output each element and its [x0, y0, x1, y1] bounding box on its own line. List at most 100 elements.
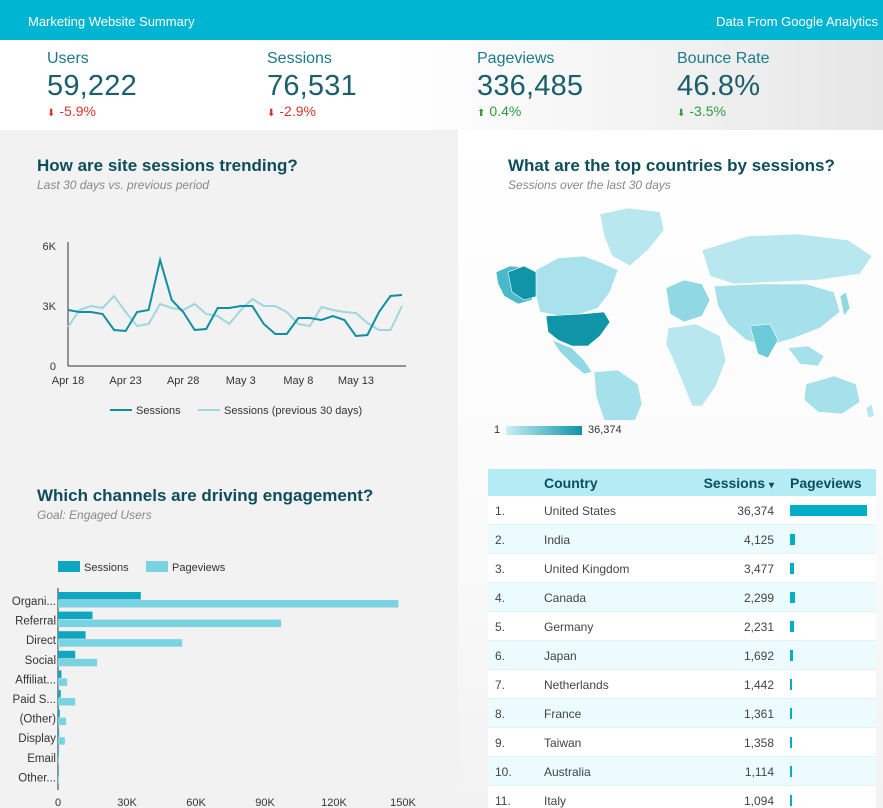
- bar-sessions: [58, 611, 93, 620]
- legend-swatch-sessions: [58, 561, 80, 572]
- bar-pageviews: [58, 600, 399, 608]
- row-index: 11.: [495, 794, 511, 808]
- row-pageviews-bar: [790, 679, 792, 690]
- row-index: 4.: [495, 591, 506, 605]
- geo-scale-min: 1: [494, 424, 501, 436]
- bar-sessions: [58, 748, 59, 757]
- bar-sessions: [58, 592, 141, 600]
- kpi-change: ⬇ -5.9%: [47, 103, 137, 119]
- x-tick-label: Apr 23: [109, 375, 141, 387]
- trend-subtitle: Last 30 days vs. previous period: [37, 178, 210, 192]
- row-country: Canada: [544, 591, 587, 605]
- x-tick-label: Apr 18: [52, 375, 84, 387]
- bar-pageviews: [58, 737, 65, 745]
- sessions-trend-chart[interactable]: 0 3K 6K Apr 18 Apr 23 Apr 28 May 3 May 8 May 13 S…: [0, 230, 458, 430]
- table-row[interactable]: 9. Taiwan 1,358: [488, 728, 876, 757]
- table-row[interactable]: 4. Canada 2,299: [488, 583, 876, 612]
- column-header-country[interactable]: Country: [544, 475, 598, 491]
- y-tick-label: 3K: [43, 301, 57, 313]
- geo-scale-max: 36,374: [588, 424, 622, 436]
- legend-label-previous: Sessions (previous 30 days): [224, 405, 362, 417]
- bar-pageviews: [58, 658, 98, 667]
- legend-label-sessions: Sessions: [84, 562, 129, 574]
- kpi-sessions[interactable]: Sessions 76,531 ⬇ -2.9%: [267, 50, 357, 119]
- row-pageviews-bar: [790, 795, 792, 806]
- kpi-pageviews[interactable]: Pageviews 336,485 ⬆ 0.4%: [477, 50, 583, 119]
- row-country: United States: [544, 504, 617, 518]
- table-row[interactable]: 3. United Kingdom 3,477: [488, 554, 876, 583]
- row-country: India: [544, 533, 571, 547]
- kpi-value: 46.8%: [677, 70, 761, 102]
- map-region-canada: [535, 255, 619, 317]
- category-label: Other...: [18, 772, 56, 784]
- row-sessions: 1,442: [743, 678, 774, 692]
- row-country: Australia: [544, 765, 591, 779]
- row-index: 2.: [495, 533, 506, 547]
- row-sessions: 2,299: [743, 591, 774, 605]
- bar-pageviews: [58, 717, 67, 726]
- bar-sessions: [58, 709, 60, 718]
- bar-sessions: [58, 690, 61, 698]
- channels-bar-chart[interactable]: Sessions Pageviews Organi... Referral Direct…: [0, 550, 458, 808]
- legend-swatch-pageviews: [146, 561, 168, 572]
- geo-scale-bar: [506, 426, 582, 435]
- table-row[interactable]: 5. Germany 2,231: [488, 612, 876, 641]
- x-tick-label: 60K: [186, 797, 206, 808]
- bar-sessions: [58, 729, 60, 737]
- row-pageviews-bar: [790, 737, 792, 748]
- kpi-bounce-rate[interactable]: Bounce Rate 46.8% ⬇ -3.5%: [677, 50, 770, 119]
- row-sessions: 1,692: [743, 649, 774, 663]
- kpi-users[interactable]: Users 59,222 ⬇ -5.9%: [47, 50, 137, 119]
- x-tick-label: May 8: [283, 375, 313, 387]
- kpi-change: ⬇ -3.5%: [677, 103, 770, 119]
- row-country: Germany: [544, 620, 594, 634]
- row-index: 8.: [495, 707, 506, 721]
- row-sessions: 1,094: [743, 794, 774, 808]
- table-row[interactable]: 10. Australia 1,114: [488, 757, 876, 786]
- row-country: France: [544, 707, 582, 721]
- category-label: Social: [25, 655, 56, 667]
- row-country: Japan: [544, 649, 577, 663]
- kpi-value: 336,485: [477, 70, 584, 102]
- table-row[interactable]: 6. Japan 1,692: [488, 641, 876, 670]
- arrow-down-icon: ⬇: [267, 108, 276, 119]
- column-header-pageviews[interactable]: Pageviews: [790, 475, 862, 491]
- category-label: Direct: [26, 635, 57, 647]
- kpi-change-value: -2.9%: [279, 103, 316, 119]
- column-header-sessions[interactable]: Sessions ▾: [704, 475, 774, 491]
- world-map[interactable]: [488, 200, 878, 420]
- map-region-united-states: [545, 311, 611, 347]
- row-country: Netherlands: [544, 678, 609, 692]
- y-tick-label: 6K: [43, 241, 57, 253]
- bar-pageviews: [58, 698, 76, 706]
- row-pageviews-bar: [790, 708, 792, 719]
- legend-label-pageviews: Pageviews: [172, 562, 226, 574]
- countries-table: Country Sessions ▾ Pageviews 1. United St…: [488, 469, 876, 808]
- x-tick-label: May 3: [226, 375, 256, 387]
- x-tick-label: Apr 28: [167, 375, 199, 387]
- map-region-southeast-asia: [787, 345, 825, 367]
- bar-sessions: [58, 670, 62, 678]
- sort-desc-icon: ▾: [768, 480, 774, 491]
- row-index: 6.: [495, 649, 506, 663]
- kpi-strip: Users 59,222 ⬇ -5.9% Sessions 76,531 ⬇ -2.…: [0, 40, 883, 130]
- kpi-value: 59,222: [47, 70, 137, 102]
- category-label: Display: [18, 733, 56, 745]
- geo-title: What are the top countries by sessions?: [508, 156, 835, 175]
- table-row[interactable]: 2. India 4,125: [488, 525, 876, 554]
- arrow-down-icon: ⬇: [47, 108, 56, 119]
- table-row[interactable]: 1. United States 36,374: [488, 496, 876, 525]
- kpi-value: 76,531: [267, 70, 357, 102]
- row-country: United Kingdom: [544, 562, 630, 576]
- x-tick-label: May 13: [338, 375, 374, 387]
- table-row[interactable]: 8. France 1,361: [488, 699, 876, 728]
- table-row[interactable]: 11. Italy 1,094: [488, 786, 876, 808]
- row-country: Taiwan: [544, 736, 582, 750]
- kpi-change-value: 0.4%: [489, 103, 522, 119]
- table-row[interactable]: 7. Netherlands 1,442: [488, 670, 876, 699]
- report-title: Marketing Website Summary: [28, 14, 195, 29]
- row-pageviews-bar: [790, 592, 795, 603]
- row-sessions: 36,374: [737, 504, 774, 518]
- channels-subtitle: Goal: Engaged Users: [37, 508, 152, 522]
- row-pageviews-bar: [790, 766, 792, 777]
